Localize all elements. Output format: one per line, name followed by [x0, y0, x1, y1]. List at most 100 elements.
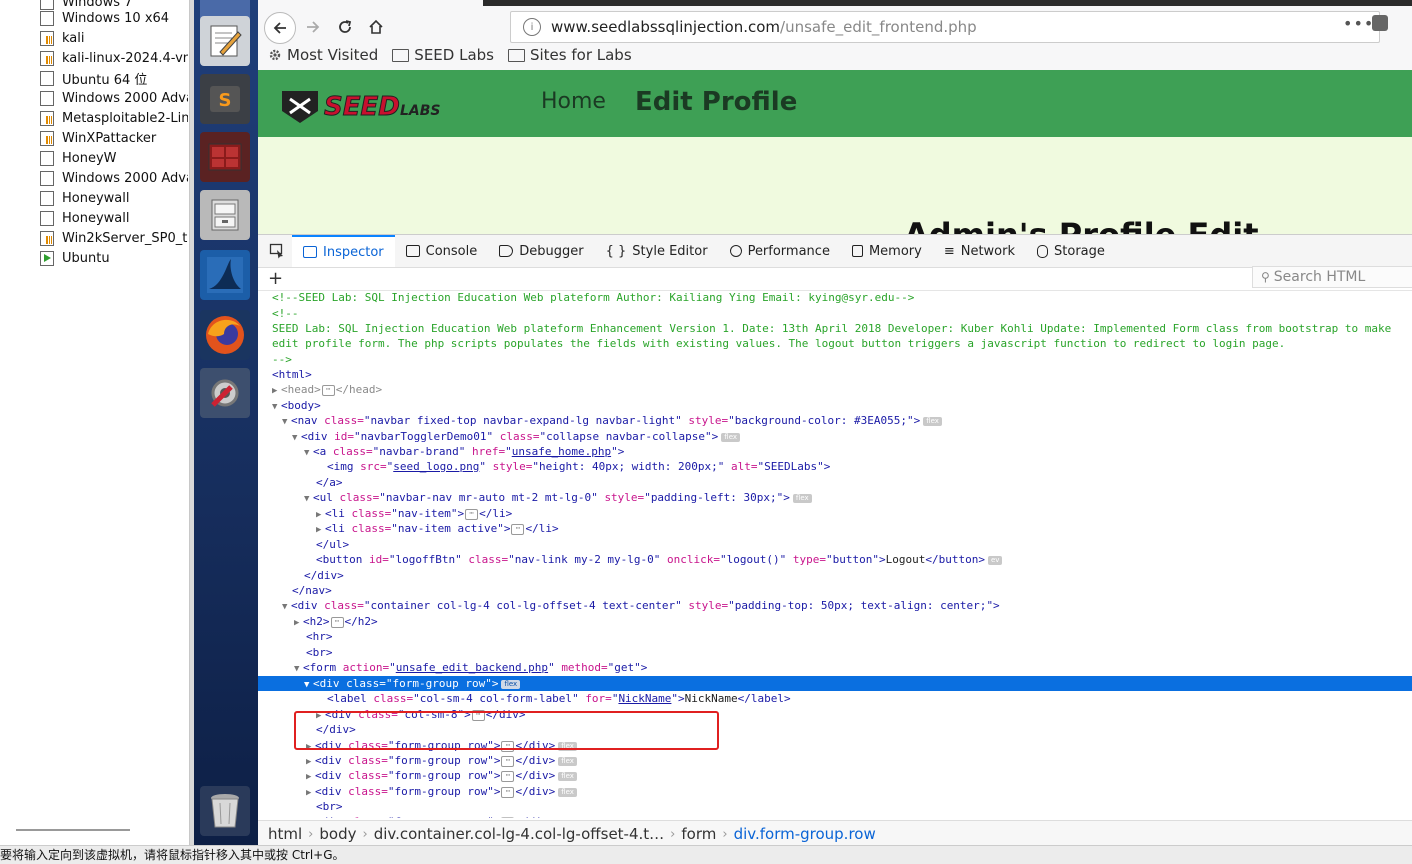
collapse-twisty-icon[interactable]: ▼ — [282, 600, 291, 615]
nav-home-link[interactable]: Home — [541, 89, 606, 114]
page-actions-button[interactable]: ••• — [1343, 14, 1374, 33]
vm-item[interactable]: Windows 2000 Advanced — [40, 88, 188, 108]
forward-button[interactable] — [298, 12, 328, 42]
markup-line[interactable]: ▶ <h2> ⋯ </h2> — [294, 614, 378, 629]
markup-line[interactable]: <br> — [306, 645, 333, 660]
markup-line[interactable]: ▶ <div class="form-group row"> ⋯ </div> flex — [306, 753, 577, 768]
attr-link[interactable]: seed_logo.png — [393, 460, 479, 473]
url-bar[interactable]: i www.seedlabssqlinjection.com/unsafe_ed… — [510, 11, 1380, 43]
flex-badge[interactable]: flex — [558, 771, 577, 781]
markup-line[interactable]: <html> — [272, 367, 312, 382]
markup-line[interactable]: </a> — [316, 475, 343, 490]
markup-line[interactable]: <!-- — [272, 306, 299, 321]
markup-line[interactable]: ▶ <div class="form-group row"> ⋯ </div> flex — [306, 738, 577, 753]
collapse-twisty-icon[interactable]: ▼ — [272, 400, 281, 415]
expand-twisty-icon[interactable]: ▶ — [272, 384, 281, 399]
flex-badge[interactable]: flex — [558, 756, 577, 766]
vm-item[interactable]: kali — [40, 28, 188, 48]
collapse-twisty-icon[interactable]: ▼ — [292, 431, 301, 446]
collapse-twisty-icon[interactable]: ▼ — [294, 662, 303, 677]
breadcrumb-item[interactable]: form — [675, 825, 722, 843]
collapsed-ellipsis[interactable]: ⋯ — [501, 740, 515, 752]
flex-badge[interactable]: flex — [558, 741, 577, 751]
collapsed-ellipsis[interactable]: ⋯ — [471, 709, 485, 721]
markup-line[interactable]: ▶ <div class="form-group row"> ⋯ </div> flex — [306, 768, 577, 783]
vm-item[interactable]: Win2kServer_SP0_target — [40, 228, 188, 248]
collapsed-ellipsis[interactable]: ⋯ — [511, 523, 525, 535]
nav-edit-profile-link[interactable]: Edit Profile — [635, 87, 797, 117]
collapse-twisty-icon[interactable]: ▼ — [304, 446, 313, 461]
bookmark-sites-for-labs[interactable]: Sites for Labs — [507, 46, 632, 64]
tab-debugger[interactable]: Debugger — [488, 235, 594, 267]
vm-item[interactable]: Honeywall — [40, 188, 188, 208]
collapsed-ellipsis[interactable]: ⋯ — [465, 508, 479, 520]
markup-line-selected[interactable]: ▼ <div class="form-group row"> flex — [258, 676, 1412, 691]
markup-line[interactable]: ▼ <body> — [272, 398, 321, 413]
vm-item[interactable]: Windows 10 x64 — [40, 8, 188, 28]
vm-item[interactable]: WinXPattacker — [40, 128, 188, 148]
vm-item[interactable]: kali-linux-2024.4-vmware — [40, 48, 188, 68]
breadcrumb-item[interactable]: html — [258, 825, 308, 843]
markup-line[interactable]: <br> — [316, 799, 343, 814]
tab-performance[interactable]: Performance — [719, 235, 841, 267]
expand-twisty-icon[interactable]: ▶ — [306, 786, 315, 801]
breadcrumb-item[interactable]: body — [313, 825, 362, 843]
markup-line[interactable]: --> — [272, 352, 292, 367]
markup-line[interactable]: <label class="col-sm-4 col-form-label" f… — [327, 691, 791, 706]
trash-icon[interactable] — [200, 786, 250, 836]
event-badge[interactable]: ev — [988, 555, 1003, 565]
element-picker-button[interactable] — [266, 235, 288, 267]
markup-line[interactable]: ▼ <div id="navbarTogglerDemo01" class="co… — [292, 429, 741, 446]
bookmark-most-visited[interactable]: Most Visited — [268, 46, 378, 64]
markup-line[interactable]: ▼ <a class="navbar-brand" href="unsafe_ho… — [304, 444, 624, 459]
file-cabinet-icon[interactable] — [200, 190, 250, 240]
seed-labs-logo[interactable]: SEED LABS — [278, 85, 478, 125]
markup-line[interactable]: </ul> — [316, 537, 349, 552]
attr-link[interactable]: unsafe_home.php — [512, 445, 611, 458]
vm-item[interactable]: HoneyW — [40, 148, 188, 168]
markup-line[interactable]: ▶<div class="form-group row">⋯</div> — [306, 814, 555, 818]
tab-console[interactable]: Console — [395, 235, 489, 267]
flex-badge[interactable]: flex — [558, 787, 577, 797]
collapsed-ellipsis[interactable]: ⋯ — [330, 616, 344, 628]
sublime-text-icon[interactable]: S — [200, 74, 250, 124]
markup-line[interactable]: ▶ <div class="form-group row"> ⋯ </div> flex — [306, 784, 577, 799]
markup-line[interactable]: <!--SEED Lab: SQL Injection Education We… — [272, 290, 914, 305]
search-html-input[interactable]: ⚲ Search HTML — [1252, 266, 1412, 288]
attr-link[interactable]: unsafe_edit_backend.php — [396, 661, 548, 674]
vm-item[interactable]: Ubuntu — [40, 248, 188, 268]
expand-twisty-icon[interactable]: ▶ — [306, 770, 315, 785]
collapsed-ellipsis[interactable]: ⋯ — [501, 786, 515, 798]
attr-link[interactable]: NickName — [618, 692, 671, 705]
tab-memory[interactable]: Memory — [841, 235, 933, 267]
collapsed-ellipsis[interactable]: ⋯ — [501, 755, 515, 767]
markup-line[interactable]: ▶ <head> ⋯ </head> — [272, 382, 382, 397]
markup-line[interactable]: SEED Lab: SQL Injection Education Web pl… — [272, 321, 1391, 336]
add-node-button[interactable]: + — [268, 268, 283, 289]
markup-line[interactable]: <button id="logoffBtn" class="nav-link m… — [316, 552, 1003, 567]
markup-line[interactable]: ▶ <li class="nav-item"> ⋯ </li> — [316, 506, 512, 521]
markup-line[interactable]: </div> — [316, 722, 356, 737]
info-icon[interactable]: i — [523, 18, 541, 36]
collapsed-ellipsis[interactable]: ⋯ — [501, 816, 515, 818]
terminal-icon[interactable] — [200, 132, 250, 182]
firefox-icon[interactable] — [200, 310, 250, 360]
markup-line[interactable]: </nav> — [292, 583, 332, 598]
flex-badge[interactable]: flex — [721, 432, 741, 442]
bookmark-seed-labs[interactable]: SEED Labs — [392, 46, 494, 64]
markup-line[interactable]: ▶ <div class="col-sm-8"> ⋯ </div> — [316, 707, 525, 722]
home-button[interactable] — [361, 12, 391, 42]
markup-line[interactable]: ▼ <ul class="navbar-nav mr-auto mt-2 mt-l… — [304, 490, 812, 505]
markup-line[interactable]: <img src="seed_logo.png" style="height: … — [327, 459, 830, 474]
vm-item[interactable]: Metasploitable2-Linux — [40, 108, 188, 128]
tab-network[interactable]: ≡ Network — [933, 235, 1026, 267]
flex-badge[interactable]: flex — [501, 679, 521, 689]
markup-line[interactable]: ▼ <nav class="navbar fixed-top navbar-exp… — [282, 413, 942, 428]
breadcrumb-item[interactable]: div.container.col-lg-4.col-lg-offset-4.t… — [368, 825, 670, 843]
markup-line[interactable]: edit profile form. The php scripts popul… — [272, 336, 1285, 351]
vm-list-scrollbar[interactable] — [16, 829, 130, 831]
vm-item[interactable]: Ubuntu 64 位 — [40, 68, 188, 88]
tab-style-editor[interactable]: { } Style Editor — [595, 235, 719, 267]
tab-storage[interactable]: Storage — [1026, 235, 1116, 267]
markup-line[interactable]: ▼ <form action="unsafe_edit_backend.php" … — [294, 660, 647, 675]
